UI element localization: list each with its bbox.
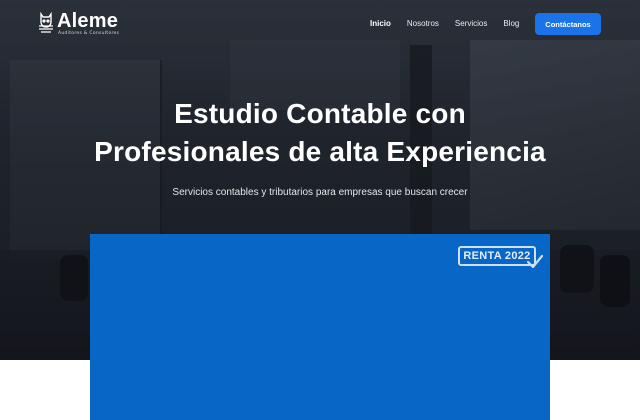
hero-subtitle: Servicios contables y tributarios para e… [172, 187, 468, 198]
brand-logo[interactable]: Aleme Auditores & Consultores [38, 11, 119, 36]
hero-media-card[interactable]: RENTA 2022 [90, 234, 550, 420]
renta-badge: RENTA 2022 [458, 246, 536, 266]
main-nav: Inicio Nosotros Servicios Blog [370, 19, 535, 28]
hero-title-line: Estudio Contable con [174, 98, 466, 129]
nav-item-servicios[interactable]: Servicios [455, 19, 487, 28]
hero-title: Estudio Contable con Profesionales de al… [0, 95, 640, 171]
navbar: Aleme Auditores & Consultores Inicio Nos… [0, 0, 640, 46]
check-icon [526, 254, 544, 269]
brand-name: Aleme [57, 10, 119, 32]
nav-item-blog[interactable]: Blog [503, 19, 519, 28]
contact-button[interactable]: Contáctanos [535, 13, 601, 35]
hero-title-line: Profesionales de alta Experiencia [94, 136, 546, 167]
nav-item-inicio[interactable]: Inicio [370, 19, 391, 28]
nav-item-nosotros[interactable]: Nosotros [407, 19, 439, 28]
brand-tagline: Auditores & Consultores [58, 31, 120, 36]
owl-logo-icon [39, 12, 53, 33]
